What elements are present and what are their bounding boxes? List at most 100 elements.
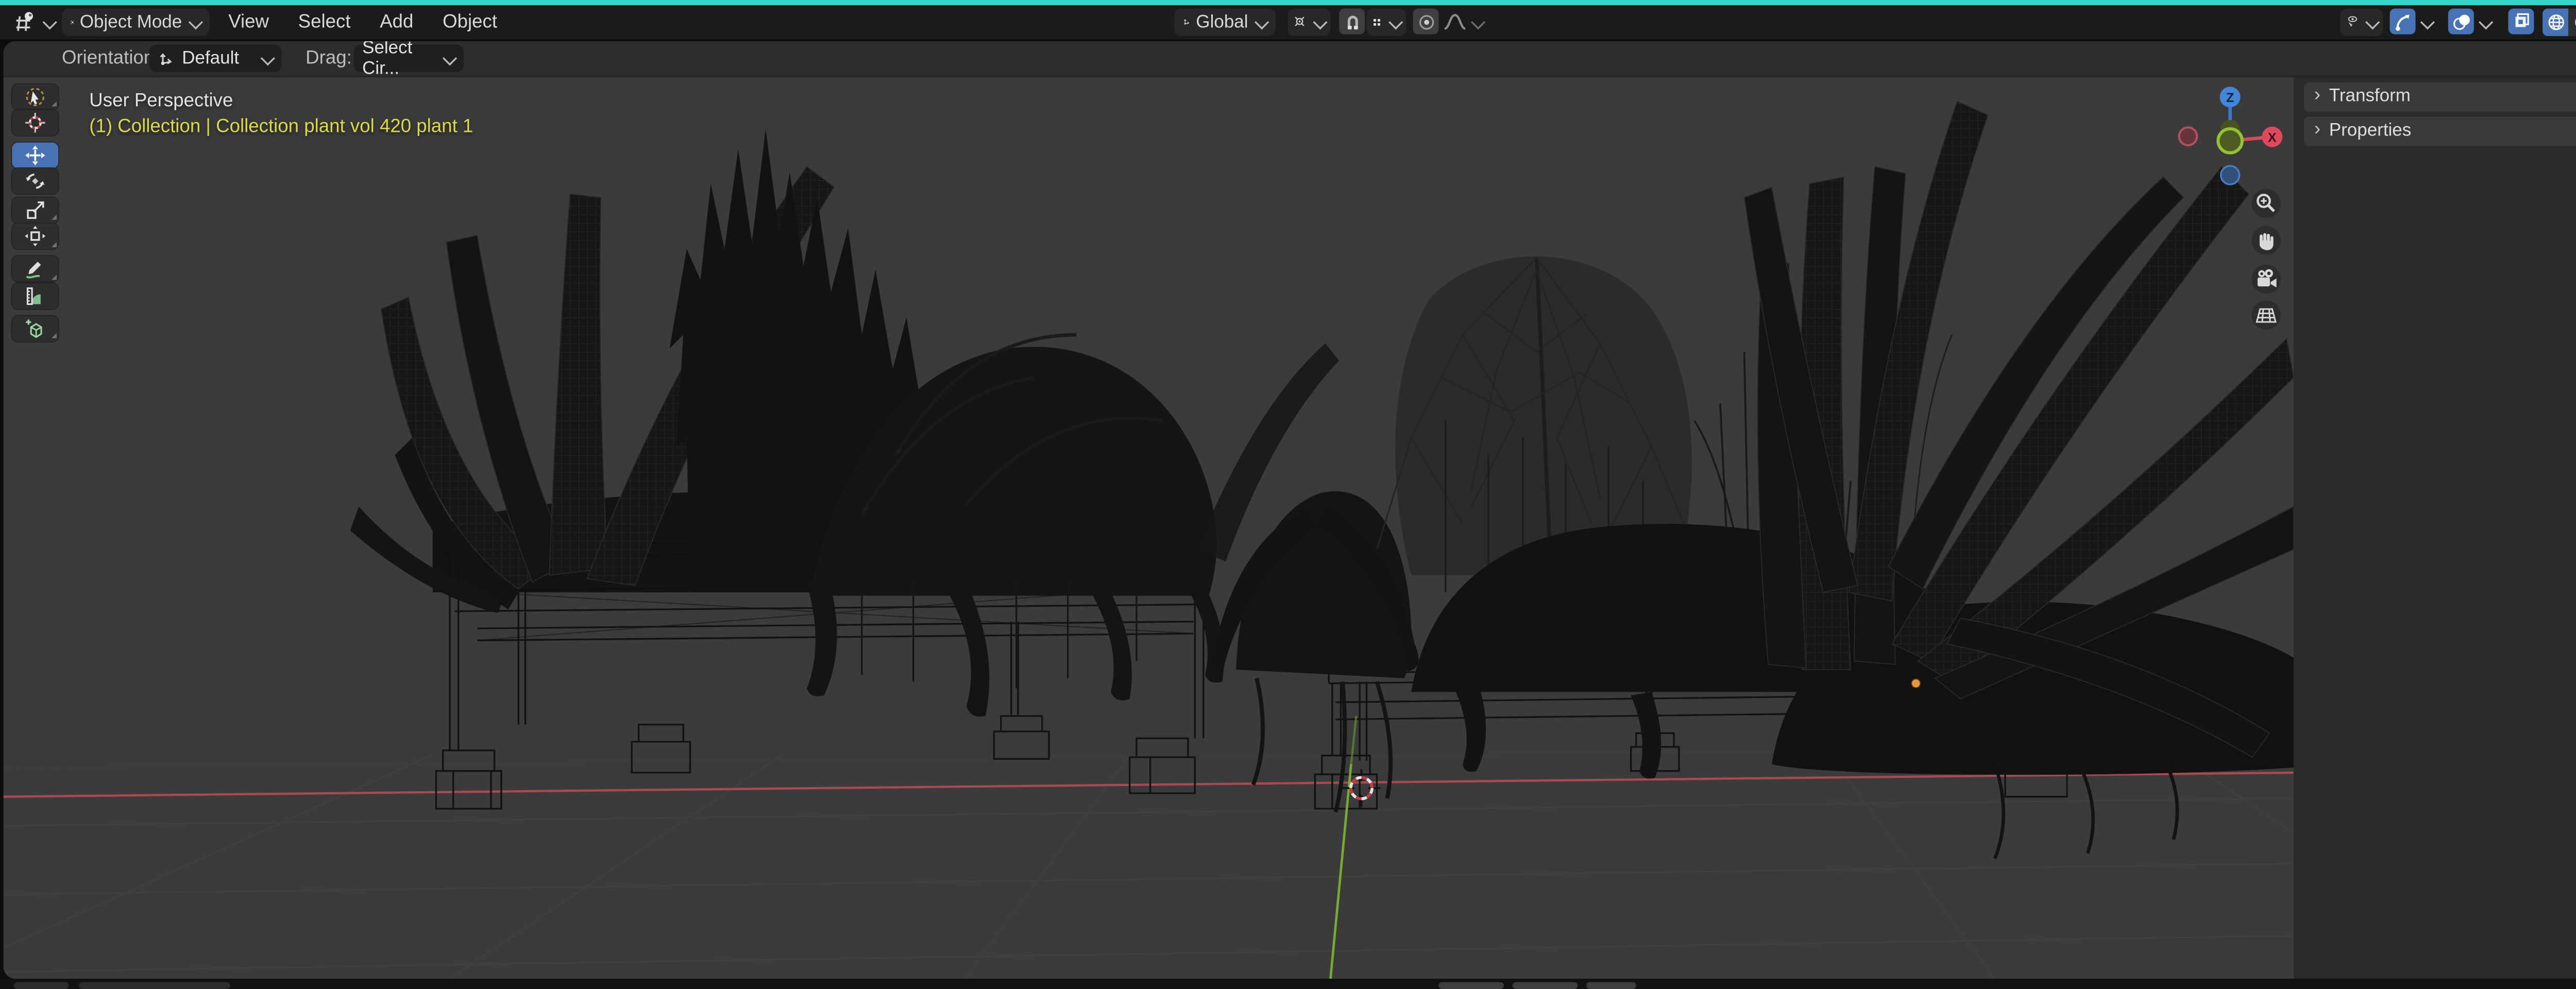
shading-solid-button[interactable] [2568,7,2576,36]
status-pill [1438,981,1504,988]
tool-move[interactable] [12,143,59,169]
zoom-button[interactable] [2251,189,2281,218]
scale-icon [27,200,44,218]
viewport-editor: Orientation: Default Drag: Select Cir... [3,41,2576,979]
chevron-down-icon [260,51,275,66]
xray-toggle[interactable] [2508,7,2534,33]
chevron-down-icon [42,14,57,29]
status-pill [79,981,230,988]
tool-select-circle[interactable] [12,83,59,109]
3d-viewport[interactable]: Z X User Perspective (1) Collection | Co… [3,77,2294,979]
tool-annotate[interactable] [12,255,59,282]
drag-dropdown[interactable]: Select Cir... [353,41,464,79]
transform-icon [25,226,46,247]
tool-options-indicator [50,101,56,107]
chevron-down-icon [442,51,457,66]
visibility-icon [2348,16,2357,27]
panel-properties-title: Properties [2329,121,2412,142]
drag-label: Drag: [306,48,352,69]
agave-plant-group [1743,100,2294,859]
gizmo-y-ball[interactable] [2216,127,2244,155]
panel-properties[interactable]: › Properties [2303,116,2576,145]
magnet-icon [1347,14,1358,29]
orientation-dropdown[interactable]: Default [149,45,282,72]
status-pill [1512,981,1578,988]
editor-type-button[interactable] [12,4,57,39]
gizmo-z-label: Z [2226,91,2234,105]
viewport-scene: Z X [3,87,2294,979]
gizmos-toggle[interactable] [2389,8,2416,35]
chevron-down-icon[interactable] [2478,14,2494,29]
show-object-types-dropdown[interactable] [2340,7,2383,36]
falloff-icon [1444,14,1466,30]
viewport-header: Object Mode View Select Add Object Globa… [0,4,2576,39]
toggle-orthographic-button[interactable] [2251,300,2281,330]
rotate-icon [26,174,45,190]
falloff-dropdown[interactable] [1442,4,1486,39]
measure-icon [26,287,41,305]
menu-view[interactable]: View [225,11,273,32]
proportional-editing-toggle[interactable] [1413,8,1439,35]
orientation-axis-icon [1183,19,1190,25]
gizmo-minus-x-ball[interactable] [2178,126,2198,146]
viewport-nav-buttons [2251,189,2281,330]
panel-transform[interactable]: › Transform [2303,82,2576,111]
select-circle-icon [26,87,44,106]
menu-bar: View Select Add Object [225,4,501,39]
chevron-down-icon [1313,14,1328,29]
chevron-down-icon[interactable] [2420,14,2435,29]
shading-wireframe-button[interactable] [2543,7,2569,36]
transform-orientation-dropdown[interactable]: Global [1174,7,1276,36]
panel-transform-title: Transform [2329,86,2411,107]
screen-annotation-top-strip [0,0,2576,5]
gizmo-minus-z-ball[interactable] [2219,165,2241,185]
sidebar: › Transform › Properties [2293,77,2576,979]
orientation-label: Orientation: [61,48,160,69]
shading-mode-group [2543,4,2576,39]
annotate-icon [26,262,41,279]
camera-view-button[interactable] [2251,264,2281,294]
snap-target-dropdown[interactable] [1287,7,1331,36]
pivot-icon [1374,18,1380,25]
status-pill [1586,981,1636,988]
mode-dropdown[interactable]: Object Mode [61,7,210,36]
chevron-down-icon [188,14,204,29]
overlays-group [2448,4,2494,39]
viewport-grid [3,746,2294,979]
pivot-point-dropdown[interactable] [1366,7,1406,36]
gizmos-group [2389,4,2435,39]
overlays-toggle[interactable] [2448,8,2474,35]
wireframe-icon [2547,13,2564,29]
tool-measure[interactable] [12,283,59,309]
object-origin-dot [1911,678,1921,689]
tool-rotate[interactable] [12,168,59,195]
mode-label: Object Mode [79,11,182,32]
proportional-icon [1418,14,1433,29]
tool-options-indicator [50,333,56,339]
orientation-value: Global [1196,11,1248,32]
menu-add[interactable]: Add [377,11,417,32]
drag-current-value: Select Cir... [362,41,413,79]
expand-arrow-icon: › [2314,84,2321,106]
view-perspective-label: User Perspective [89,91,233,112]
tool-add-cube[interactable] [12,315,59,342]
cursor-tool-icon [25,113,45,133]
orientation-axis-icon [160,53,172,65]
pan-button[interactable] [2251,226,2281,255]
tool-options-indicator [50,214,56,220]
axis-gizmo[interactable]: Z X [2178,87,2283,185]
move-icon [25,146,45,166]
tool-cursor[interactable] [12,110,59,137]
object-mode-icon [71,20,75,24]
snap-magnet-toggle[interactable] [1339,8,1365,35]
tool-settings-bar: Orientation: Default Drag: Select Cir... [3,41,2576,79]
tool-options-indicator [50,242,56,247]
menu-select[interactable]: Select [295,11,354,32]
chevron-down-icon [1388,14,1403,29]
tool-scale[interactable] [12,196,59,223]
status-pill [13,981,69,988]
menu-object[interactable]: Object [439,11,500,32]
chevron-down-icon [1255,14,1269,29]
xray-icon [2514,13,2529,27]
tool-transform[interactable] [12,224,59,250]
